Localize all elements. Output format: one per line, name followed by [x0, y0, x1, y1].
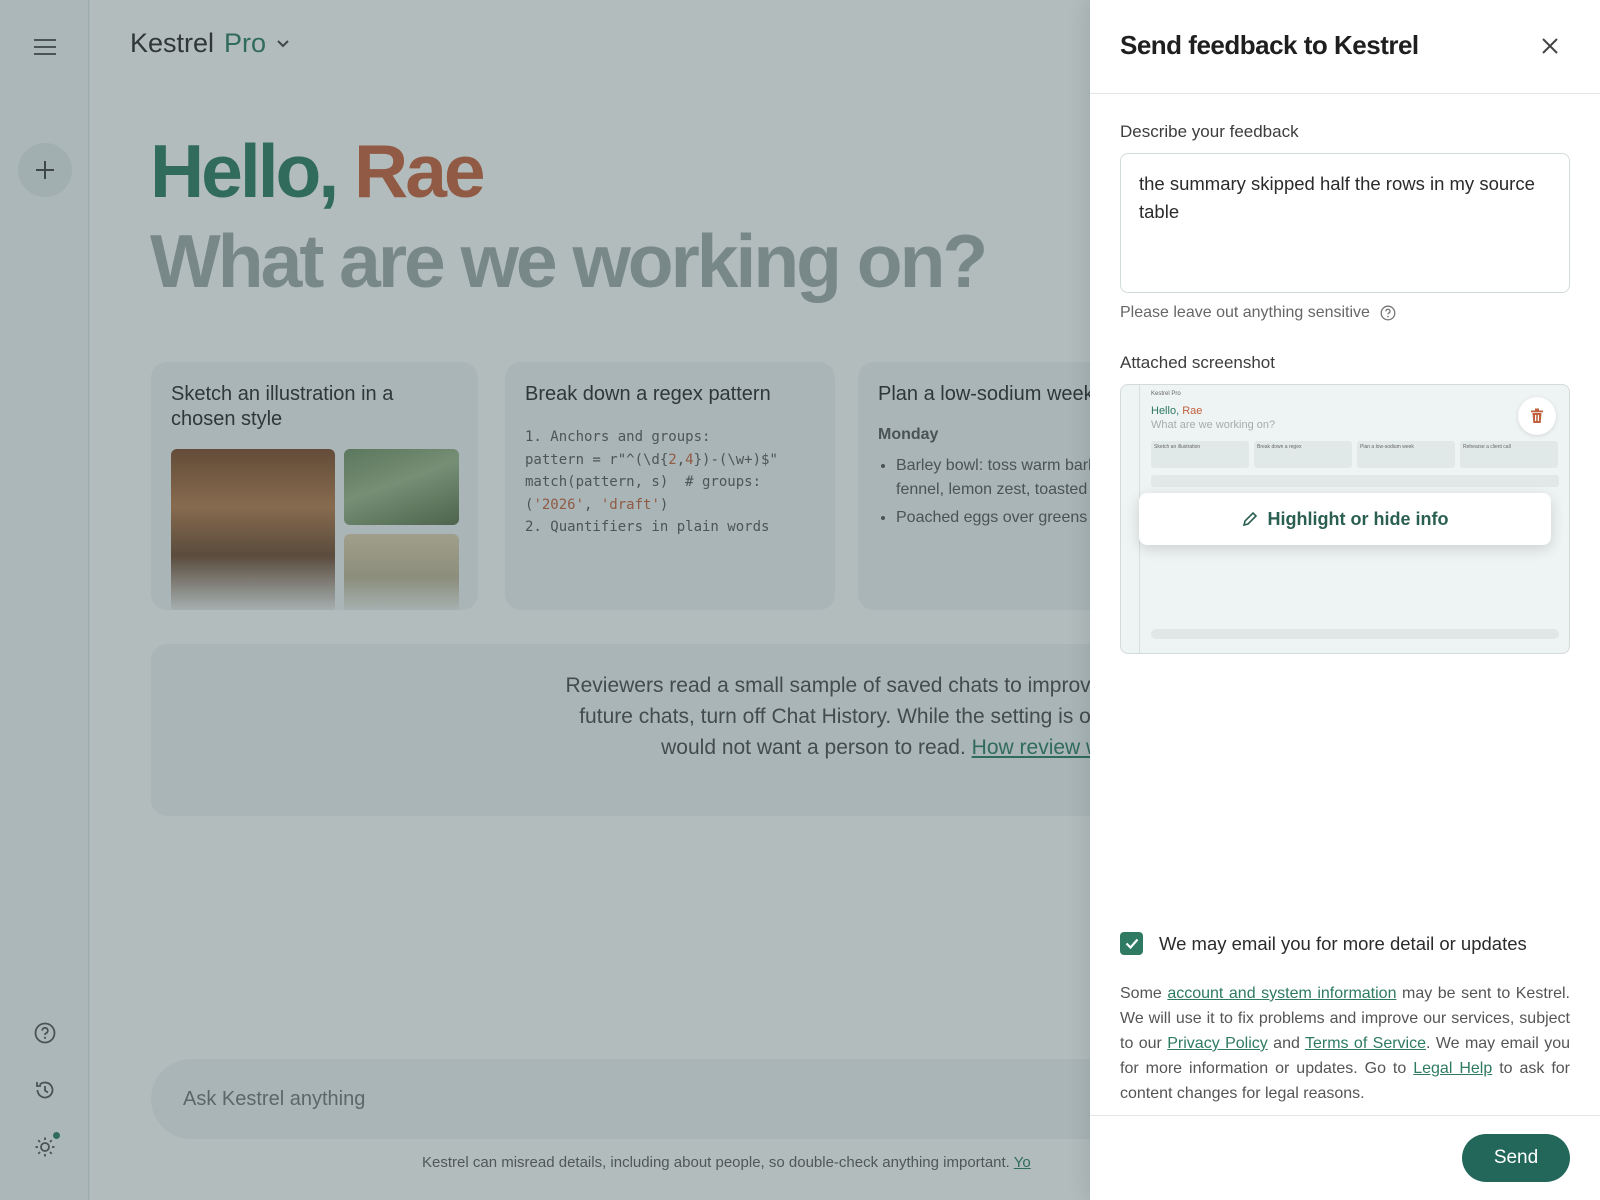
- terms-link[interactable]: Terms of Service: [1305, 1035, 1426, 1052]
- email-opt-in-checkbox[interactable]: [1120, 932, 1143, 955]
- thumbnail-card: Break down a regex: [1254, 441, 1352, 468]
- remove-screenshot-button[interactable]: [1518, 397, 1556, 435]
- describe-label: Describe your feedback: [1120, 122, 1299, 141]
- thumbnail-subtitle: What are we working on?: [1151, 419, 1276, 431]
- feedback-textarea[interactable]: the summary skipped half the rows in my …: [1120, 153, 1570, 293]
- close-button[interactable]: [1534, 30, 1566, 62]
- thumbnail-card: Plan a low-sodium week: [1357, 441, 1455, 468]
- thumbnail-card: Sketch an illustration: [1151, 441, 1249, 468]
- info-icon[interactable]: [1380, 305, 1396, 321]
- panel-title: Send feedback to Kestrel: [1120, 30, 1419, 60]
- divider: [1090, 1115, 1600, 1116]
- feedback-panel: Send feedback to Kestrel Describe your f…: [1090, 0, 1600, 1200]
- divider: [1090, 93, 1600, 94]
- pencil-icon: [1242, 511, 1257, 527]
- trash-icon: [1531, 408, 1543, 423]
- thumbnail-notice: [1151, 475, 1559, 487]
- send-button[interactable]: Send: [1462, 1134, 1570, 1182]
- highlight-hide-button[interactable]: Highlight or hide info: [1139, 493, 1551, 545]
- thumbnail-rail: [1121, 385, 1140, 653]
- check-icon: [1125, 938, 1138, 949]
- legal-help-link[interactable]: Legal Help: [1413, 1060, 1492, 1077]
- screenshot-label: Attached screenshot: [1120, 353, 1275, 372]
- close-icon: [1542, 38, 1558, 54]
- email-opt-in[interactable]: We may email you for more detail or upda…: [1120, 932, 1527, 955]
- email-opt-in-label: We may email you for more detail or upda…: [1159, 932, 1527, 954]
- thumbnail-brand: Kestrel Pro: [1151, 391, 1181, 397]
- screenshot-preview: Kestrel Pro Hello, Rae What are we worki…: [1120, 384, 1570, 654]
- modal-scrim[interactable]: [0, 0, 1090, 1200]
- sensitive-hint: Please leave out anything sensitive: [1120, 304, 1396, 322]
- thumbnail-card: Rehearse a client call: [1460, 441, 1558, 468]
- privacy-policy-link[interactable]: Privacy Policy: [1167, 1035, 1268, 1052]
- thumbnail-composer: [1151, 629, 1559, 639]
- thumbnail-greeting: Hello, Rae: [1151, 405, 1203, 417]
- legal-text: Some account and system information may …: [1120, 985, 1570, 1102]
- account-info-link[interactable]: account and system information: [1167, 985, 1396, 1002]
